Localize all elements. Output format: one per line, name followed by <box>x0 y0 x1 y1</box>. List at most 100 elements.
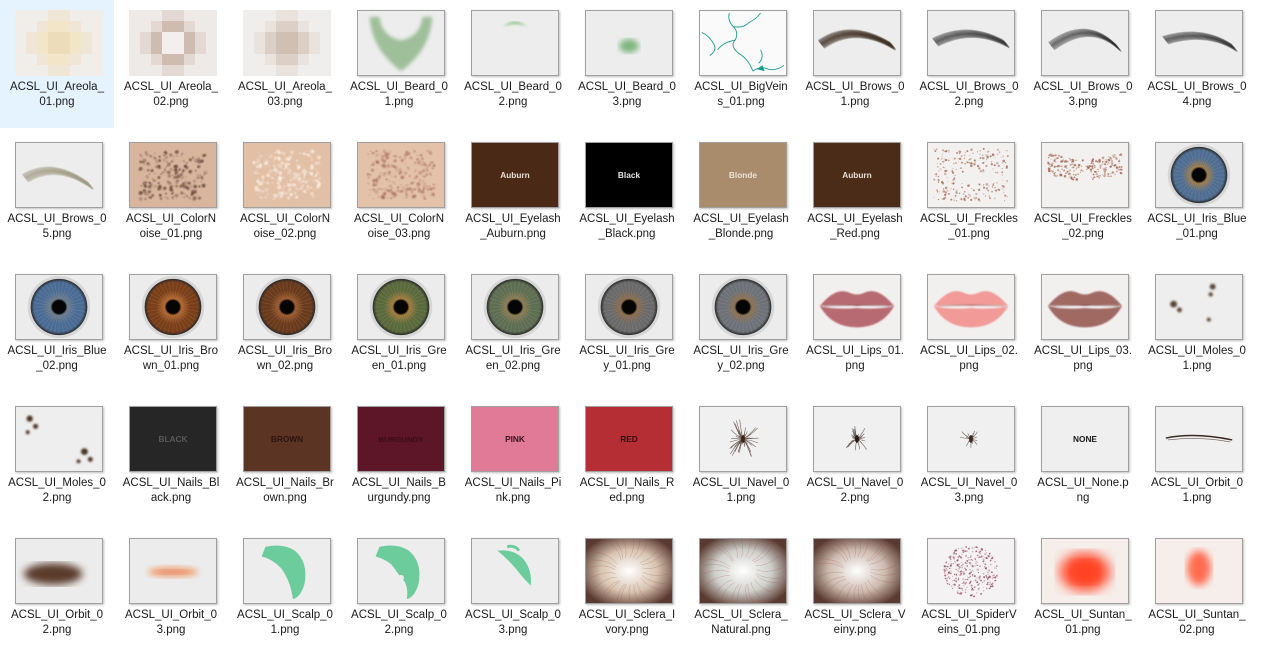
file-name-line: ACSL_UI_ColorN <box>125 213 217 225</box>
file-item[interactable]: ACSL_UI_Brows_0 2.png <box>912 0 1026 128</box>
file-item[interactable]: ACSL_UI_Iris_Blue _01.png <box>1140 132 1254 260</box>
file-name-line: ACSL_UI_Nails_Bl <box>122 477 220 489</box>
file-item[interactable]: ACSL_UI_Brows_0 4.png <box>1140 0 1254 128</box>
file-item[interactable]: ACSL_UI_Beard_0 1.png <box>342 0 456 128</box>
file-name-line: ACSL_UI_ColorN <box>353 213 445 225</box>
file-item[interactable]: PINK ACSL_UI_Nails_Pi nk.png <box>456 396 570 524</box>
file-name-line: 1.png <box>1182 492 1212 504</box>
file-name-line: 3.png <box>612 96 642 108</box>
iris-icon <box>15 274 103 340</box>
file-item[interactable]: ACSL_UI_ColorN oise_01.png <box>114 132 228 260</box>
file-item[interactable]: ACSL_UI_Iris_Bro wn_01.png <box>114 264 228 392</box>
swatch-icon: PINK <box>471 406 559 472</box>
file-name-line: ACSL_UI_Brows_0 <box>1147 81 1247 93</box>
file-name: ACSL_UI_Orbit_0 3.png <box>114 608 228 638</box>
file-item[interactable]: ACSL_UI_Suntan_ 02.png <box>1140 528 1254 656</box>
file-item[interactable]: ACSL_UI_Iris_Gre y_02.png <box>684 264 798 392</box>
file-item[interactable]: ACSL_UI_Scalp_0 2.png <box>342 528 456 656</box>
file-name: ACSL_UI_Scalp_0 3.png <box>456 608 570 638</box>
file-name-line: y_02.png <box>717 360 765 372</box>
lips-icon <box>927 274 1015 340</box>
file-name: ACSL_UI_Scalp_0 1.png <box>228 608 342 638</box>
file-item[interactable]: ACSL_UI_Lips_02. png <box>912 264 1026 392</box>
pixelated-faint-areola-icon <box>243 10 331 76</box>
file-item[interactable]: Auburn ACSL_UI_Eyelash _Auburn.png <box>456 132 570 260</box>
file-name: ACSL_UI_Suntan_ 01.png <box>1026 608 1140 638</box>
file-name-line: 3.png <box>954 492 984 504</box>
file-item[interactable]: Blonde ACSL_UI_Eyelash _Blonde.png <box>684 132 798 260</box>
file-item[interactable]: ACSL_UI_Iris_Blue _02.png <box>0 264 114 392</box>
file-item[interactable]: Auburn ACSL_UI_Eyelash _Red.png <box>798 132 912 260</box>
file-item[interactable]: ACSL_UI_Navel_0 1.png <box>684 396 798 524</box>
file-item[interactable]: ACSL_UI_Beard_0 3.png <box>570 0 684 128</box>
file-item[interactable]: BLACK ACSL_UI_Nails_Bl ack.png <box>114 396 228 524</box>
svg-text:Auburn: Auburn <box>842 171 872 180</box>
file-item[interactable]: ACSL_UI_Navel_0 2.png <box>798 396 912 524</box>
file-item[interactable]: ACSL_UI_Brows_0 3.png <box>1026 0 1140 128</box>
file-item[interactable]: Black ACSL_UI_Eyelash _Black.png <box>570 132 684 260</box>
file-item[interactable]: ACSL_UI_ColorN oise_03.png <box>342 132 456 260</box>
file-item[interactable]: ACSL_UI_Iris_Gre en_01.png <box>342 264 456 392</box>
file-item[interactable]: ACSL_UI_Iris_Gre en_02.png <box>456 264 570 392</box>
file-item[interactable]: ACSL_UI_Areola_ 03.png <box>228 0 342 128</box>
file-item[interactable]: ACSL_UI_Lips_01. png <box>798 264 912 392</box>
file-name: ACSL_UI_SpiderV eins_01.png <box>912 608 1026 638</box>
file-item[interactable]: ACSL_UI_Orbit_0 1.png <box>1140 396 1254 524</box>
file-item[interactable]: ACSL_UI_Areola_ 01.png <box>0 0 114 128</box>
eyebrow-high-arch-icon <box>1041 10 1129 76</box>
file-item[interactable]: ACSL_UI_Sclera_ Natural.png <box>684 528 798 656</box>
file-item[interactable]: ACSL_UI_SpiderV eins_01.png <box>912 528 1026 656</box>
file-item[interactable]: ACSL_UI_Iris_Gre y_01.png <box>570 264 684 392</box>
goatee-mask-icon <box>585 10 673 76</box>
file-item[interactable]: ACSL_UI_Brows_0 5.png <box>0 132 114 260</box>
file-item[interactable]: ACSL_UI_Sclera_I vory.png <box>570 528 684 656</box>
file-item[interactable]: ACSL_UI_Suntan_ 01.png <box>1026 528 1140 656</box>
file-name: ACSL_UI_Moles_0 1.png <box>1140 344 1254 374</box>
file-name-line: _Auburn.png <box>480 228 546 240</box>
file-item[interactable]: BROWN ACSL_UI_Nails_Br own.png <box>228 396 342 524</box>
orbit-light-shadow-icon <box>129 538 217 604</box>
file-name-line: Natural.png <box>711 624 771 636</box>
file-item[interactable]: BURGUNDY ACSL_UI_Nails_B urgundy.png <box>342 396 456 524</box>
file-item[interactable]: ACSL_UI_Orbit_0 2.png <box>0 528 114 656</box>
file-name: ACSL_UI_Brows_0 4.png <box>1140 80 1254 110</box>
file-item[interactable]: ACSL_UI_Areola_ 02.png <box>114 0 228 128</box>
file-item[interactable]: ACSL_UI_Scalp_0 3.png <box>456 528 570 656</box>
moles-corners-icon <box>15 406 103 472</box>
file-item[interactable]: ACSL_UI_Freckles _01.png <box>912 132 1026 260</box>
file-item[interactable]: NONE ACSL_UI_None.p ng <box>1026 396 1140 524</box>
file-item[interactable]: ACSL_UI_Brows_0 1.png <box>798 0 912 128</box>
file-item[interactable]: ACSL_UI_Lips_03. png <box>1026 264 1140 392</box>
file-item[interactable]: ACSL_UI_Moles_0 2.png <box>0 396 114 524</box>
file-item[interactable]: ACSL_UI_BigVein s_01.png <box>684 0 798 128</box>
file-item[interactable]: RED ACSL_UI_Nails_R ed.png <box>570 396 684 524</box>
file-item[interactable]: ACSL_UI_Freckles _02.png <box>1026 132 1140 260</box>
file-name-line: ACSL_UI_Scalp_0 <box>465 609 561 621</box>
full-beard-mask-icon <box>357 10 445 76</box>
file-name-line: ACSL_UI_Scalp_0 <box>237 609 333 621</box>
file-name: ACSL_UI_Freckles _02.png <box>1026 212 1140 242</box>
file-item[interactable]: ACSL_UI_Navel_0 3.png <box>912 396 1026 524</box>
eyebrow-angled-icon <box>1155 10 1243 76</box>
file-name-line: _Black.png <box>598 228 656 240</box>
file-name-line: 2.png <box>840 492 870 504</box>
file-name-line: 01.png <box>1065 624 1101 636</box>
sclera-icon <box>813 538 901 604</box>
file-item[interactable]: ACSL_UI_Sclera_V einy.png <box>798 528 912 656</box>
suntan-wide-icon <box>1041 538 1129 604</box>
freckles-band-icon <box>1041 142 1129 208</box>
file-item[interactable]: ACSL_UI_Beard_0 2.png <box>456 0 570 128</box>
file-name-line: ACSL_UI_Lips_03. <box>1034 345 1132 357</box>
iris-icon <box>357 274 445 340</box>
navel-small-icon <box>927 406 1015 472</box>
file-name-line: s_01.png <box>717 96 765 108</box>
file-item[interactable]: ACSL_UI_Moles_0 1.png <box>1140 264 1254 392</box>
file-name: ACSL_UI_Iris_Blue _02.png <box>0 344 114 374</box>
file-name-line: ACSL_UI_Eyelash <box>579 213 675 225</box>
file-name: ACSL_UI_Navel_0 1.png <box>684 476 798 506</box>
file-item[interactable]: ACSL_UI_Scalp_0 1.png <box>228 528 342 656</box>
file-item[interactable]: ACSL_UI_Iris_Bro wn_02.png <box>228 264 342 392</box>
file-name: ACSL_UI_Areola_ 01.png <box>0 80 114 110</box>
file-item[interactable]: ACSL_UI_Orbit_0 3.png <box>114 528 228 656</box>
file-item[interactable]: ACSL_UI_ColorN oise_02.png <box>228 132 342 260</box>
